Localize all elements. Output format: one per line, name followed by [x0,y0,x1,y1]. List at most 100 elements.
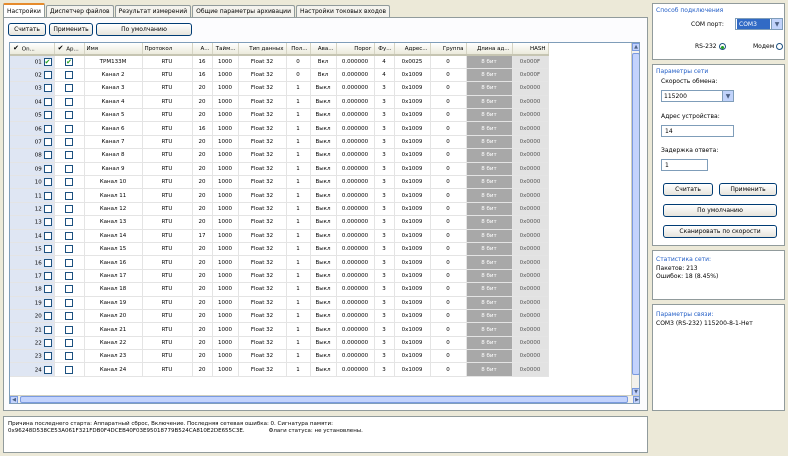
table-row[interactable]: 23 Канал 23 RTU 20 1000 Float 32 1 Выкл 0.00000… [10,349,549,364]
archive-checkbox[interactable] [65,151,73,160]
cell-grp[interactable]: 0 [430,162,467,177]
cell-name[interactable]: Канал 16 [84,255,143,270]
cell-thr[interactable]: 0.000000 [336,255,375,270]
cell-addr[interactable]: 0x1009 [394,95,431,110]
cell-timeout[interactable]: 1000 [212,269,239,284]
cell-pol[interactable]: 1 [286,121,311,136]
cell-ava[interactable]: Выкл [310,121,337,136]
cell-len[interactable]: 8 бит [466,95,513,110]
cell-fu[interactable]: 4 [374,68,395,83]
cell-timeout[interactable]: 1000 [212,309,239,324]
column-header-2[interactable]: Имя [84,43,143,56]
cell-grp[interactable]: 0 [430,175,467,190]
cell-a[interactable]: 20 [192,162,213,177]
cell-thr[interactable]: 0.000000 [336,121,375,136]
archive-checkbox[interactable] [65,245,73,254]
cell-hash[interactable]: 0x0000 [512,95,549,110]
cell-thr[interactable]: 0.000000 [336,269,375,284]
cell-pol[interactable]: 1 [286,269,311,284]
delay-input[interactable]: 1 [661,159,708,171]
cell-pol[interactable]: 1 [286,135,311,150]
archive-checkbox[interactable] [65,271,73,280]
column-header-0[interactable]: ✔ On... [10,43,55,56]
archive-checkbox[interactable] [65,138,73,147]
scroll-up-icon[interactable]: ▲ [632,43,639,51]
cell-timeout[interactable]: 1000 [212,202,239,217]
cell-timeout[interactable]: 1000 [212,95,239,110]
cell-fu[interactable]: 3 [374,121,395,136]
cell-a[interactable]: 20 [192,322,213,337]
on-checkbox[interactable] [43,352,52,361]
cell-proto[interactable]: RTU [142,148,193,163]
cell-name[interactable]: Канал 23 [84,349,143,364]
cell-a[interactable]: 20 [192,215,213,230]
cell-name[interactable]: Канал 10 [84,175,143,190]
cell-proto[interactable]: RTU [142,95,193,110]
cell-a[interactable]: 17 [192,229,213,243]
cell-type[interactable]: Float 32 [238,148,287,163]
on-checkbox[interactable] [43,285,52,294]
tab-1[interactable]: Диспетчер файлов [45,5,114,17]
cell-grp[interactable]: 0 [430,296,467,310]
cell-addr[interactable]: 0x1009 [394,349,431,364]
cell-pol[interactable]: 1 [286,148,311,163]
on-checkbox[interactable] [43,312,52,321]
vertical-scroll-thumb[interactable] [632,53,639,375]
cell-timeout[interactable]: 1000 [212,162,239,177]
cell-thr[interactable]: 0.000000 [336,202,375,217]
cell-fu[interactable]: 3 [374,322,395,337]
table-row[interactable]: 11 Канал 11 RTU 20 1000 Float 32 1 Выкл 0.00000… [10,188,549,203]
cell-addr[interactable]: 0x0025 [394,55,431,69]
cell-thr[interactable]: 0.000000 [336,148,375,163]
cell-type[interactable]: Float 32 [238,162,287,177]
column-header-12[interactable]: Группа [430,43,467,56]
table-row[interactable]: 24 Канал 24 RTU 20 1000 Float 32 1 Выкл 0.00000… [10,362,549,377]
cell-thr[interactable]: 0.000000 [336,175,375,190]
column-header-8[interactable]: Ава... [310,43,337,56]
cell-timeout[interactable]: 1000 [212,121,239,136]
cell-thr[interactable]: 0.000000 [336,309,375,324]
cell-pol[interactable]: 1 [286,349,311,364]
cell-addr[interactable]: 0x1009 [394,255,431,270]
cell-a[interactable]: 20 [192,108,213,123]
cell-timeout[interactable]: 1000 [212,349,239,364]
cell-ava[interactable]: Выкл [310,215,337,230]
cell-grp[interactable]: 0 [430,55,467,69]
on-checkbox[interactable] [43,164,52,173]
archive-checkbox[interactable] [65,298,73,307]
cell-hash[interactable]: 0x0000 [512,229,549,243]
cell-timeout[interactable]: 1000 [212,282,239,297]
cell-name[interactable]: Канал 14 [84,229,143,243]
cell-fu[interactable]: 3 [374,108,395,123]
cell-name[interactable]: Канал 9 [84,162,143,177]
cell-fu[interactable]: 3 [374,175,395,190]
on-checkbox[interactable] [43,124,52,133]
cell-grp[interactable]: 0 [430,282,467,297]
cell-proto[interactable]: RTU [142,242,193,257]
cell-name[interactable]: Канал 7 [84,135,143,150]
archive-checkbox[interactable] [65,111,73,120]
table-row[interactable]: 13 Канал 13 RTU 20 1000 Float 32 1 Выкл 0.00000… [10,215,549,230]
cell-type[interactable]: Float 32 [238,95,287,110]
cell-len[interactable]: 8 бит [466,349,513,364]
cell-type[interactable]: Float 32 [238,215,287,230]
archive-checkbox[interactable]: ✔ [65,57,73,66]
cell-pol[interactable]: 1 [286,202,311,217]
on-checkbox[interactable] [43,97,52,106]
cell-thr[interactable]: 0.000000 [336,55,375,69]
cell-a[interactable]: 20 [192,148,213,163]
on-checkbox[interactable] [43,204,52,213]
cell-hash[interactable]: 0x0000 [512,362,549,377]
cell-thr[interactable]: 0.000000 [336,162,375,177]
table-row[interactable]: 09 Канал 9 RTU 20 1000 Float 32 1 Выкл 0.000000… [10,162,549,177]
cell-hash[interactable]: 0x0000 [512,336,549,351]
cell-name[interactable]: Канал 21 [84,322,143,337]
cell-pol[interactable]: 1 [286,282,311,297]
table-row[interactable]: 04 Канал 4 RTU 20 1000 Float 32 1 Выкл 0.000000… [10,95,549,110]
cell-fu[interactable]: 3 [374,81,395,96]
cell-pol[interactable]: 1 [286,242,311,257]
on-checkbox[interactable] [43,365,52,374]
cell-hash[interactable]: 0x0000 [512,188,549,203]
cell-pol[interactable]: 1 [286,336,311,351]
cell-type[interactable]: Float 32 [238,68,287,83]
